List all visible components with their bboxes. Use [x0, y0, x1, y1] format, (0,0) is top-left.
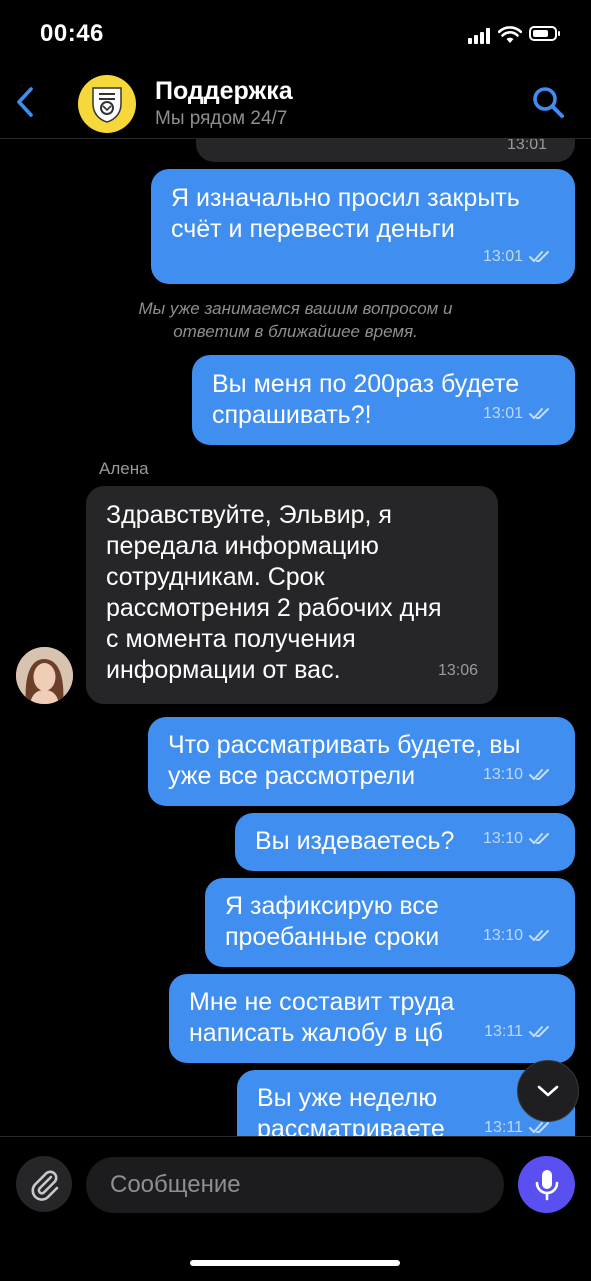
- message-line: рассматриваете: [257, 1115, 445, 1136]
- system-note-line: Мы уже занимаемся вашим вопросом и: [138, 299, 453, 318]
- battery-icon: [529, 26, 560, 41]
- chevron-down-icon: [537, 1085, 559, 1097]
- microphone-icon: [535, 1169, 558, 1200]
- message-time: 13:11: [484, 1119, 523, 1136]
- message-incoming[interactable]: Здравствуйте, Эльвир, я передала информа…: [86, 486, 498, 704]
- status-time: 00:46: [40, 20, 104, 47]
- message-outgoing[interactable]: Мне не составит труда написать жалобу в …: [169, 974, 575, 1063]
- message-time: 13:10: [482, 766, 523, 783]
- message-line: спрашивать?!: [212, 401, 372, 429]
- double-check-icon: [529, 1121, 549, 1133]
- message-outgoing[interactable]: Вы меня по 200раз будете спрашивать?! 13…: [192, 355, 575, 445]
- message-outgoing[interactable]: Что рассматривать будете, вы уже все рас…: [148, 717, 575, 806]
- agent-photo-icon: [16, 647, 73, 704]
- message-time: 13:01: [482, 248, 523, 265]
- message-time: 13:10: [482, 830, 523, 847]
- message-partial[interactable]: 13:01: [196, 139, 575, 162]
- message-line: уже все рассмотрели: [168, 762, 416, 790]
- message-line: Вы уже неделю: [257, 1084, 438, 1112]
- chat-title[interactable]: Поддержка: [155, 77, 293, 106]
- chevron-left-icon: [17, 87, 33, 117]
- system-note-line: ответим в ближайшее время.: [173, 322, 418, 341]
- double-check-icon: [529, 407, 549, 419]
- voice-message-button[interactable]: [518, 1156, 575, 1213]
- chat-header: Поддержка Мы рядом 24/7: [0, 68, 591, 139]
- message-line: передала информацию: [106, 532, 379, 560]
- message-outgoing[interactable]: Вы издеваетесь? 13:10: [235, 813, 575, 871]
- message-line: Вы меня по 200раз будете: [212, 370, 520, 398]
- message-outgoing[interactable]: Я зафиксирую все проебанные сроки 13:10: [205, 878, 575, 967]
- message-line: Я изначально просил закрыть: [171, 184, 520, 212]
- message-line: с момента получения: [106, 625, 356, 653]
- double-check-icon: [529, 250, 549, 262]
- message-line: проебанные сроки: [225, 923, 440, 951]
- message-input[interactable]: [86, 1157, 504, 1213]
- paperclip-icon: [31, 1170, 59, 1201]
- message-line: Здравствуйте, Эльвир, я: [106, 501, 392, 529]
- back-button[interactable]: [8, 80, 42, 124]
- system-note: Мы уже занимаемся вашим вопросом и ответ…: [0, 297, 591, 343]
- sender-name: Алена: [99, 459, 149, 478]
- message-line: Вы издеваетесь?: [255, 827, 455, 855]
- double-check-icon: [529, 768, 549, 780]
- search-icon: [533, 87, 564, 118]
- attach-button[interactable]: [16, 1156, 72, 1212]
- message-time: 13:06: [437, 662, 478, 679]
- double-check-icon: [529, 832, 549, 844]
- message-time: 13:01: [482, 405, 523, 422]
- message-time: 13:11: [484, 1023, 523, 1040]
- chat-subtitle: Мы рядом 24/7: [155, 108, 288, 129]
- message-time: 13:10: [482, 927, 523, 944]
- agent-avatar[interactable]: [16, 647, 73, 704]
- message-outgoing[interactable]: Я изначально просил закрыть счёт и перев…: [151, 169, 575, 284]
- scroll-to-bottom-button[interactable]: [517, 1060, 579, 1122]
- message-line: счёт и перевести деньги: [171, 215, 455, 243]
- chat-messages[interactable]: 13:01 Я изначально просил закрыть счёт и…: [0, 139, 591, 1136]
- message-line: сотрудникам. Срок: [106, 563, 325, 591]
- message-line: Мне не составит труда: [189, 988, 455, 1016]
- message-time: 13:01: [506, 139, 547, 153]
- home-indicator: [190, 1260, 400, 1266]
- support-avatar[interactable]: [78, 75, 136, 133]
- message-line: Я зафиксирую все: [225, 892, 439, 920]
- message-line: Что рассматривать будете, вы: [168, 731, 521, 759]
- status-bar: 00:46: [0, 0, 591, 68]
- message-line: рассмотрения 2 рабочих дня: [106, 594, 442, 622]
- search-button[interactable]: [528, 82, 568, 122]
- message-line: информации от вас.: [106, 656, 341, 684]
- double-check-icon: [529, 929, 549, 941]
- message-line: написать жалобу в цб: [189, 1019, 443, 1047]
- double-check-icon: [529, 1025, 549, 1037]
- bank-logo-icon: [92, 87, 122, 123]
- signal-icon: [468, 28, 492, 44]
- message-composer: [0, 1136, 591, 1281]
- wifi-icon: [498, 26, 522, 43]
